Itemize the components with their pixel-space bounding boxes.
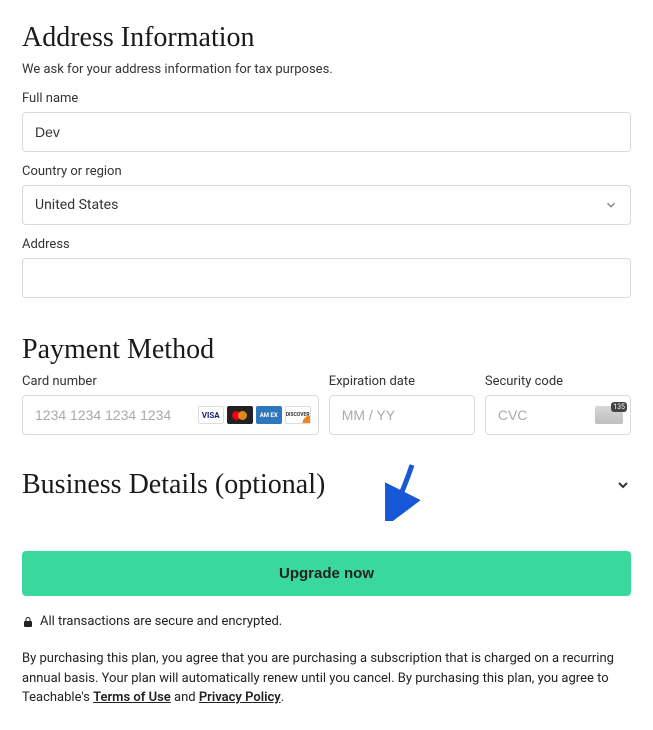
terms-of-use-link[interactable]: Terms of Use <box>93 690 171 705</box>
lock-icon <box>22 616 34 628</box>
address-section-subtitle: We ask for your address information for … <box>22 62 631 77</box>
card-number-label: Card number <box>22 374 319 389</box>
address-section-title: Address Information <box>22 22 631 54</box>
full-name-label: Full name <box>22 91 631 106</box>
chevron-down-icon <box>615 477 631 493</box>
amex-icon: AM EX <box>256 406 282 424</box>
visa-icon: VISA <box>198 406 224 424</box>
cvc-label: Security code <box>485 374 631 389</box>
legal-and: and <box>171 690 199 705</box>
payment-section-title: Payment Method <box>22 334 631 366</box>
privacy-policy-link[interactable]: Privacy Policy <box>199 690 281 705</box>
card-brand-icons: VISA AM EX DISCOVER <box>198 406 311 424</box>
country-selected-value: United States <box>35 197 118 213</box>
address-input[interactable] <box>22 258 631 298</box>
secure-text: All transactions are secure and encrypte… <box>40 614 282 629</box>
legal-suffix: . <box>281 690 284 705</box>
business-details-toggle[interactable]: Business Details (optional) <box>22 469 631 501</box>
discover-icon: DISCOVER <box>285 406 311 424</box>
upgrade-now-button[interactable]: Upgrade now <box>22 551 631 596</box>
expiration-input[interactable] <box>329 395 475 435</box>
expiration-label: Expiration date <box>329 374 475 389</box>
business-details-title: Business Details (optional) <box>22 469 325 501</box>
arrow-annotation-icon <box>380 461 420 521</box>
country-select[interactable]: United States <box>22 185 631 225</box>
cvc-card-icon <box>595 406 623 424</box>
mastercard-icon <box>227 406 253 424</box>
secure-transactions-note: All transactions are secure and encrypte… <box>22 614 631 629</box>
full-name-input[interactable] <box>22 112 631 152</box>
chevron-down-icon <box>604 198 618 212</box>
address-label: Address <box>22 237 631 252</box>
legal-text: By purchasing this plan, you agree that … <box>22 649 631 708</box>
country-label: Country or region <box>22 164 631 179</box>
